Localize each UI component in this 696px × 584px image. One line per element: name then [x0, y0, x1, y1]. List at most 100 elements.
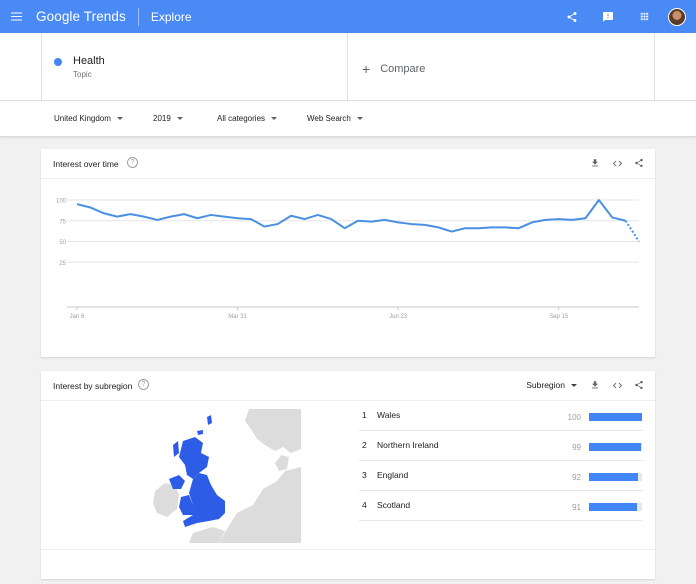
header-divider [137, 7, 139, 26]
region-filter[interactable]: United Kingdom [54, 114, 123, 123]
card-title: Interest by subregion [53, 381, 133, 391]
filter-bar: United Kingdom 2019 All categories Web S… [0, 101, 696, 137]
help-icon[interactable]: ? [138, 379, 149, 390]
menu-button[interactable] [0, 0, 33, 33]
chevron-down-icon [571, 383, 577, 387]
share-icon [635, 158, 643, 168]
download-icon [592, 159, 598, 167]
value-bar-track [589, 413, 642, 421]
card-footer-divider [41, 549, 655, 550]
value-bar [589, 503, 638, 511]
region-value: 99 [572, 443, 581, 452]
region-name: Northern Ireland [377, 440, 439, 450]
embed-icon [612, 160, 622, 166]
card-tools [581, 155, 647, 171]
help-icon[interactable]: ? [127, 157, 138, 168]
x-tick-label: Sep 15 [549, 314, 569, 320]
feedback-button[interactable] [596, 5, 620, 29]
download-button[interactable] [587, 377, 603, 393]
region-name: Scotland [377, 500, 411, 510]
list-item[interactable]: 1 Wales 100 [359, 401, 643, 431]
card-header: Interest over time ? [41, 149, 655, 179]
menu-icon [11, 15, 22, 18]
value-bar-track [589, 443, 642, 451]
share-button[interactable] [631, 377, 647, 393]
rank-number: 2 [362, 440, 367, 450]
google-trends-logo[interactable]: Google Trends [36, 9, 126, 24]
interest-by-subregion-card: Interest by subregion ? Subregion 1 Wale… [41, 371, 655, 579]
resolution-select[interactable]: Subregion [526, 380, 577, 390]
rank-number: 1 [362, 410, 367, 420]
chevron-down-icon [116, 117, 123, 120]
subregion-map[interactable] [153, 409, 301, 543]
share-button[interactable] [560, 5, 584, 29]
value-bar [589, 413, 642, 421]
list-item[interactable]: 2 Northern Ireland 99 [359, 431, 643, 461]
header-actions [548, 0, 696, 33]
y-tick-label: 75 [59, 219, 66, 225]
embed-button[interactable] [609, 155, 625, 171]
download-icon [592, 381, 598, 389]
x-tick-label: Jan 6 [70, 314, 85, 320]
apps-icon [640, 12, 648, 21]
search-term-card[interactable]: Health Topic [41, 33, 348, 101]
compare-button[interactable]: + Compare [362, 61, 425, 77]
value-bar-track [589, 473, 642, 481]
region-value: 92 [572, 473, 581, 482]
apps-button[interactable] [632, 5, 656, 29]
download-button[interactable] [587, 155, 603, 171]
value-bar-track [589, 503, 642, 511]
share-icon [567, 11, 577, 22]
term-type: Topic [73, 70, 92, 79]
x-tick-label: Jun 23 [389, 314, 408, 320]
card-tools: Subregion [526, 377, 647, 393]
partial-data-line [624, 220, 640, 243]
y-tick-label: 25 [59, 261, 66, 267]
card-title: Interest over time [53, 159, 119, 169]
list-item[interactable]: 3 England 92 [359, 461, 643, 491]
search-terms-bar: Health Topic + Compare [0, 33, 696, 101]
interest-over-time-chart[interactable]: 25 50 75 100 Jan 6 Mar 31 Jun 23 Sep 15 [41, 179, 655, 357]
avatar[interactable] [668, 7, 686, 26]
embed-icon [612, 382, 622, 388]
plus-icon: + [362, 61, 371, 77]
region-name: Wales [377, 410, 401, 420]
page-title: Explore [150, 9, 192, 24]
category-filter-label: All categories [217, 114, 266, 123]
region-filter-label: United Kingdom [54, 114, 111, 123]
term-name: Health [73, 55, 105, 67]
list-item[interactable]: 4 Scotland 91 [359, 491, 643, 521]
card-header: Interest by subregion ? Subregion [41, 371, 655, 401]
chevron-down-icon [356, 117, 363, 120]
interest-over-time-card: Interest over time ? 25 50 75 100 Jan 6 Mar 3… [41, 149, 655, 357]
y-tick-label: 100 [56, 199, 67, 205]
region-value: 100 [567, 413, 581, 422]
rank-number: 3 [362, 470, 367, 480]
value-bar [589, 443, 642, 451]
share-icon [635, 380, 643, 390]
embed-button[interactable] [609, 377, 625, 393]
time-filter-label: 2019 [153, 114, 171, 123]
x-tick-label: Mar 31 [228, 314, 247, 320]
region-name: England [377, 470, 409, 480]
resolution-label: Subregion [526, 380, 565, 390]
rank-number: 4 [362, 500, 367, 510]
chevron-down-icon [271, 117, 278, 120]
logo-trends-text: Trends [83, 9, 126, 24]
compare-label: Compare [380, 63, 426, 75]
feedback-icon [603, 11, 613, 22]
category-filter[interactable]: All categories [217, 114, 278, 123]
top-app-bar: Google Trends Explore [0, 0, 696, 33]
region-ranking-list: 1 Wales 100 2 Northern Ireland 99 3 Engl… [359, 401, 643, 521]
compare-card[interactable]: + Compare [348, 33, 655, 101]
time-filter[interactable]: 2019 [153, 114, 183, 123]
property-filter[interactable]: Web Search [307, 114, 363, 123]
share-button[interactable] [631, 155, 647, 171]
value-bar [589, 473, 638, 481]
property-filter-label: Web Search [307, 114, 351, 123]
chevron-down-icon [176, 117, 183, 120]
term-color-dot [54, 58, 62, 66]
region-value: 91 [572, 503, 581, 512]
logo-google-text: Google [36, 9, 81, 24]
series-line [76, 199, 626, 233]
